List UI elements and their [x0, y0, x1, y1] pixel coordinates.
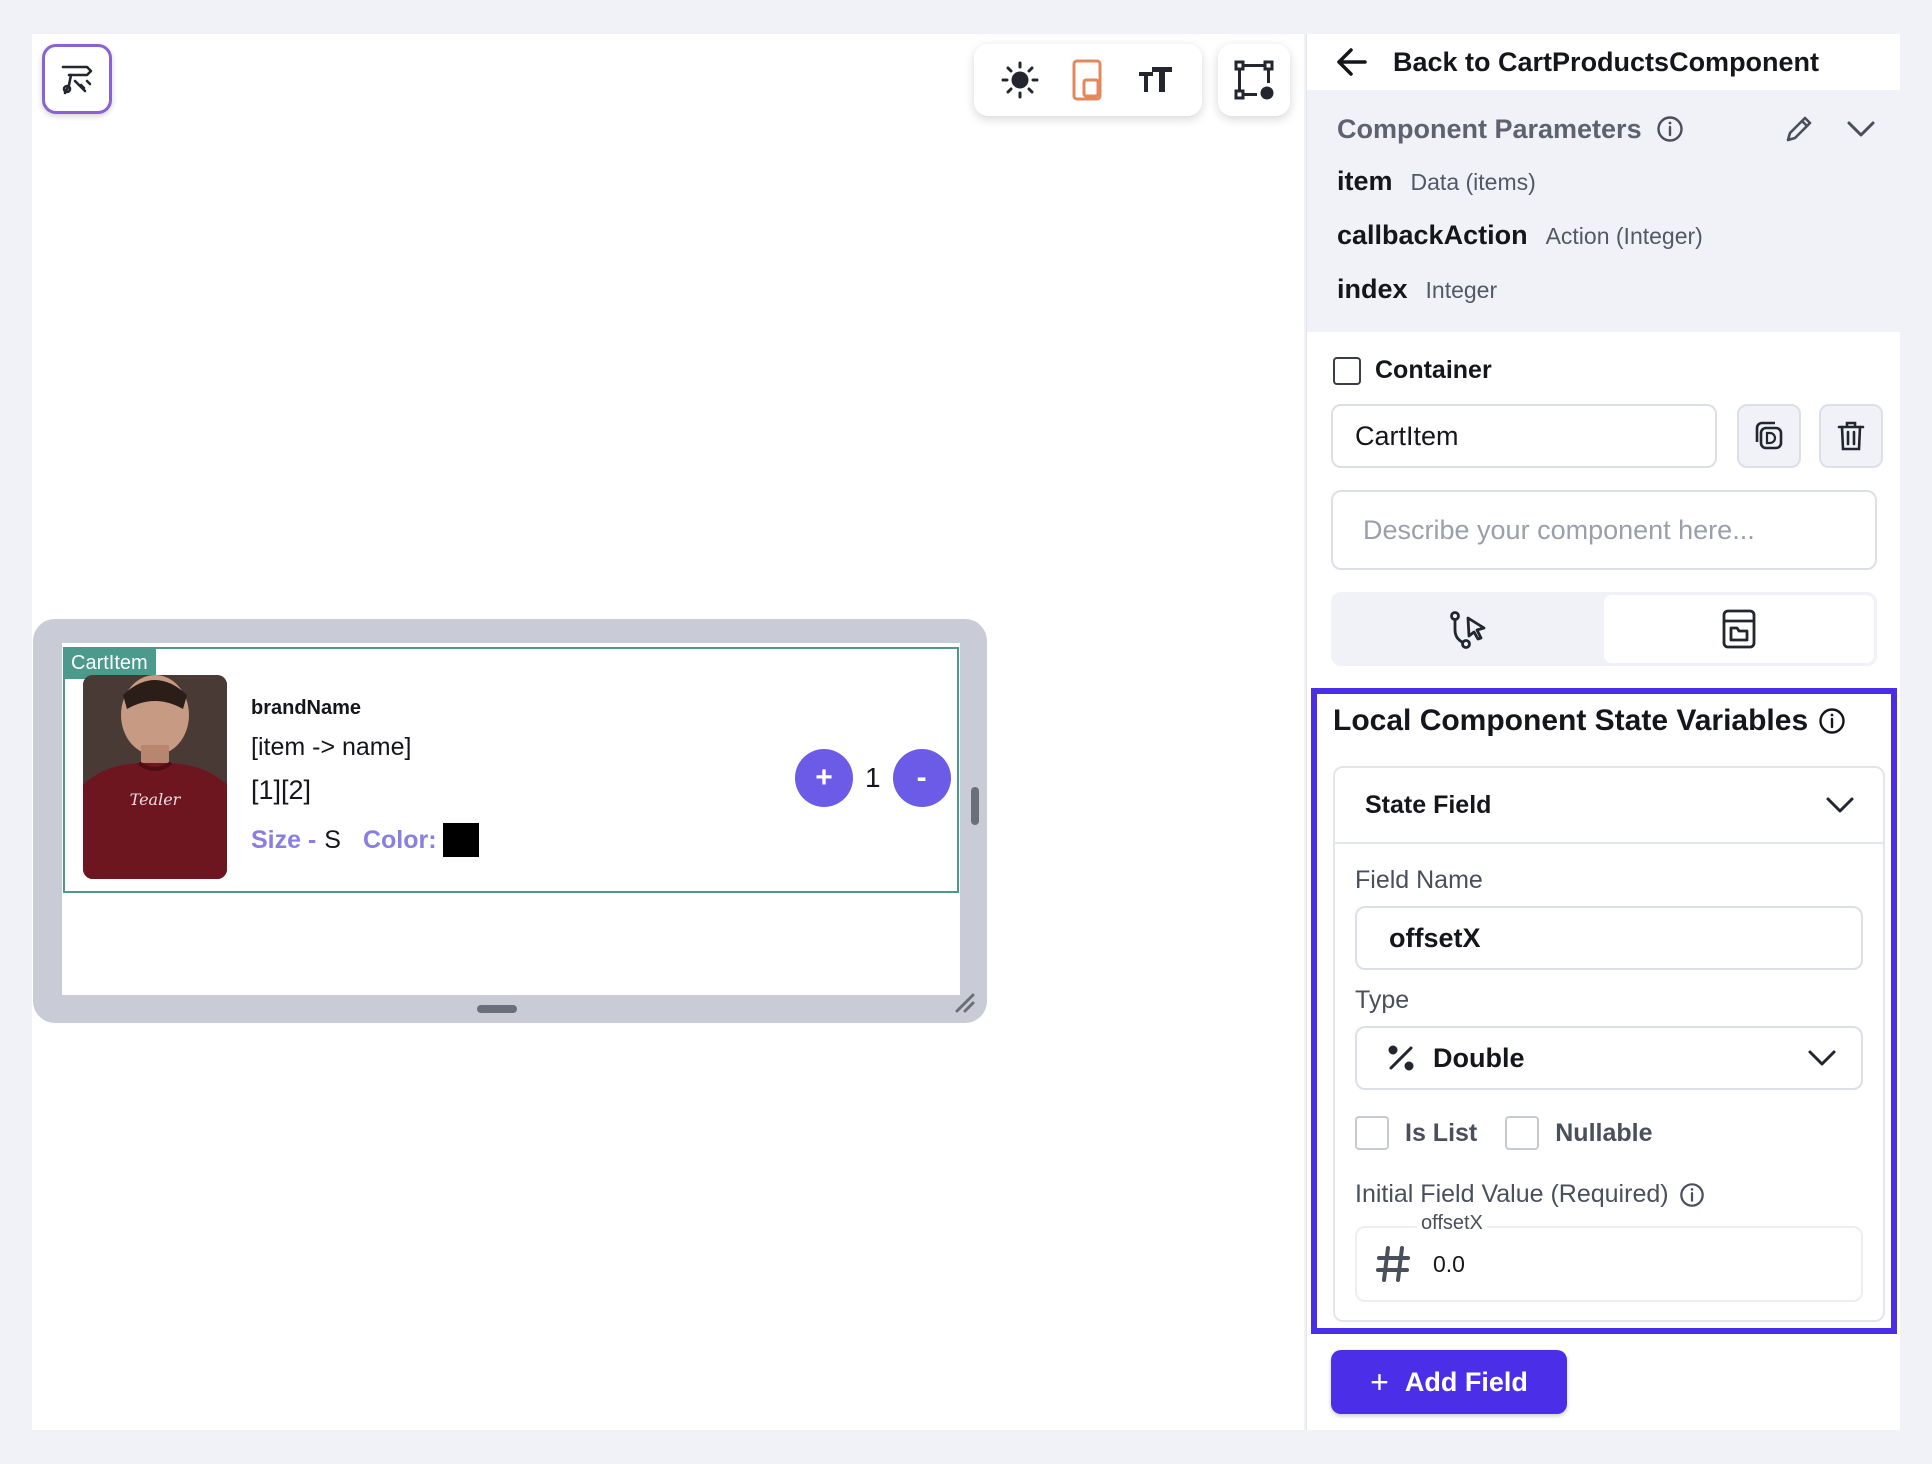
chevron-down-icon: [1808, 1050, 1836, 1066]
increment-button[interactable]: +: [795, 749, 853, 807]
description-input[interactable]: Describe your component here...: [1331, 490, 1877, 570]
percent-icon: [1388, 1045, 1414, 1071]
state-section-title: Local Component State Variables: [1333, 704, 1809, 737]
param-name: item: [1337, 166, 1393, 196]
text-scale-button[interactable]: [1128, 52, 1184, 108]
device-size-button[interactable]: [1060, 52, 1116, 108]
local-state-section: Local Component State Variables State Fi…: [1311, 688, 1897, 1334]
param-name: index: [1337, 274, 1408, 304]
item-name-text: [item -> name]: [251, 733, 412, 761]
canvas-area: CartItem Tealer brandName [item -> name]…: [32, 34, 1304, 1430]
decrement-button[interactable]: -: [892, 749, 951, 807]
add-field-button[interactable]: + Add Field: [1331, 1350, 1567, 1414]
container-label: Container: [1375, 356, 1492, 384]
nullable-checkbox[interactable]: [1505, 1116, 1540, 1150]
field-options-row: Is List Nullable: [1355, 1116, 1653, 1150]
add-field-label: Add Field: [1404, 1366, 1528, 1397]
node-settings-icon: [1234, 60, 1274, 100]
corner-resize-icon[interactable]: [953, 991, 977, 1015]
canvas-toolbar: [974, 44, 1202, 116]
info-icon[interactable]: [1656, 115, 1684, 143]
field-name-label: Field Name: [1355, 866, 1483, 894]
widget-tree-button[interactable]: [1218, 44, 1290, 116]
nullable-label: Nullable: [1555, 1118, 1653, 1147]
plus-icon: +: [1370, 1363, 1389, 1400]
param-item: item Data (items): [1337, 154, 1900, 208]
initial-value-input[interactable]: 0.0: [1355, 1226, 1863, 1302]
variant-text: [1][2]: [251, 775, 312, 805]
param-item: callbackAction Action (Integer): [1337, 208, 1900, 262]
info-icon[interactable]: [1818, 707, 1846, 735]
chevron-down-icon: [1826, 797, 1854, 813]
color-label: Color:: [362, 825, 437, 854]
is-list-label: Is List: [1405, 1118, 1478, 1147]
tab-actions[interactable]: [1334, 595, 1604, 663]
product-image: Tealer: [83, 675, 227, 879]
folder-state-icon: [1722, 609, 1756, 649]
state-field-title: State Field: [1365, 790, 1492, 819]
tablet-icon: [1072, 59, 1102, 101]
duplicate-button[interactable]: [1737, 404, 1801, 468]
panel-mode-tabs: [1331, 592, 1877, 666]
param-name: callbackAction: [1337, 220, 1528, 250]
quantity-stepper: + 1 -: [795, 749, 951, 807]
info-icon[interactable]: [1679, 1182, 1705, 1208]
back-label: Back to CartProductsComponent: [1393, 46, 1820, 77]
param-type: Integer: [1425, 277, 1498, 303]
state-field-header[interactable]: State Field: [1335, 768, 1883, 844]
cart-item-preview[interactable]: CartItem Tealer brandName [item -> name]…: [63, 647, 959, 893]
component-name-input[interactable]: CartItem: [1331, 404, 1717, 468]
bottom-resize-handle[interactable]: [477, 1005, 517, 1013]
param-item: index Integer: [1337, 262, 1900, 316]
back-link[interactable]: Back to CartProductsComponent: [1307, 34, 1900, 90]
edit-icon[interactable]: [1782, 112, 1816, 146]
properties-panel: Back to CartProductsComponent Component …: [1306, 34, 1900, 1430]
trash-icon: [1837, 421, 1865, 451]
color-swatch: [442, 823, 479, 857]
is-list-checkbox[interactable]: [1355, 1116, 1389, 1150]
initial-value-label: Initial Field Value (Required): [1355, 1180, 1669, 1208]
param-type: Data (items): [1410, 169, 1536, 195]
hash-icon: [1376, 1246, 1410, 1282]
size-label: Size -: [251, 825, 317, 854]
component-parameters-section: Component Parameters item Data (items) c…: [1307, 90, 1900, 332]
params-title: Component Parameters: [1337, 113, 1642, 144]
state-field-card: State Field Field Name offsetX Type Doub…: [1333, 766, 1885, 1322]
container-checkbox[interactable]: [1333, 356, 1361, 385]
container-toggle[interactable]: Container: [1333, 356, 1492, 385]
type-value: Double: [1433, 1042, 1525, 1073]
arrow-left-icon: [1337, 48, 1367, 76]
size-value: S: [324, 825, 341, 854]
text-size-icon: [1139, 67, 1172, 92]
initial-value-text: 0.0: [1433, 1250, 1465, 1277]
duplicate-icon: [1755, 421, 1783, 450]
pointer-branch-icon: [1450, 611, 1486, 649]
sun-icon: [1001, 61, 1039, 99]
initial-value-float-label: offsetX: [1417, 1212, 1487, 1235]
initial-value-label-row: Initial Field Value (Required): [1355, 1180, 1705, 1209]
state-section-header: Local Component State Variables: [1333, 704, 1846, 738]
tab-state[interactable]: [1604, 595, 1874, 663]
param-type: Action (Integer): [1545, 223, 1703, 249]
ai-gen-icon: [61, 65, 93, 95]
theme-toggle-button[interactable]: [992, 52, 1048, 108]
device-frame: CartItem Tealer brandName [item -> name]…: [33, 619, 987, 1023]
type-label: Type: [1355, 986, 1410, 1014]
delete-button[interactable]: [1819, 404, 1883, 468]
chevron-down-icon[interactable]: [1846, 119, 1876, 139]
svg-text:Tealer: Tealer: [130, 790, 182, 809]
params-actions: [1782, 112, 1876, 146]
ai-gen-button[interactable]: [42, 44, 112, 114]
size-color-row: Size - S Color:: [251, 823, 479, 857]
type-select[interactable]: Double: [1355, 1026, 1863, 1090]
field-name-input[interactable]: offsetX: [1355, 906, 1863, 970]
quantity-value: 1: [865, 762, 881, 793]
brand-name-text: brandName: [251, 697, 362, 719]
side-resize-handle[interactable]: [971, 787, 979, 825]
